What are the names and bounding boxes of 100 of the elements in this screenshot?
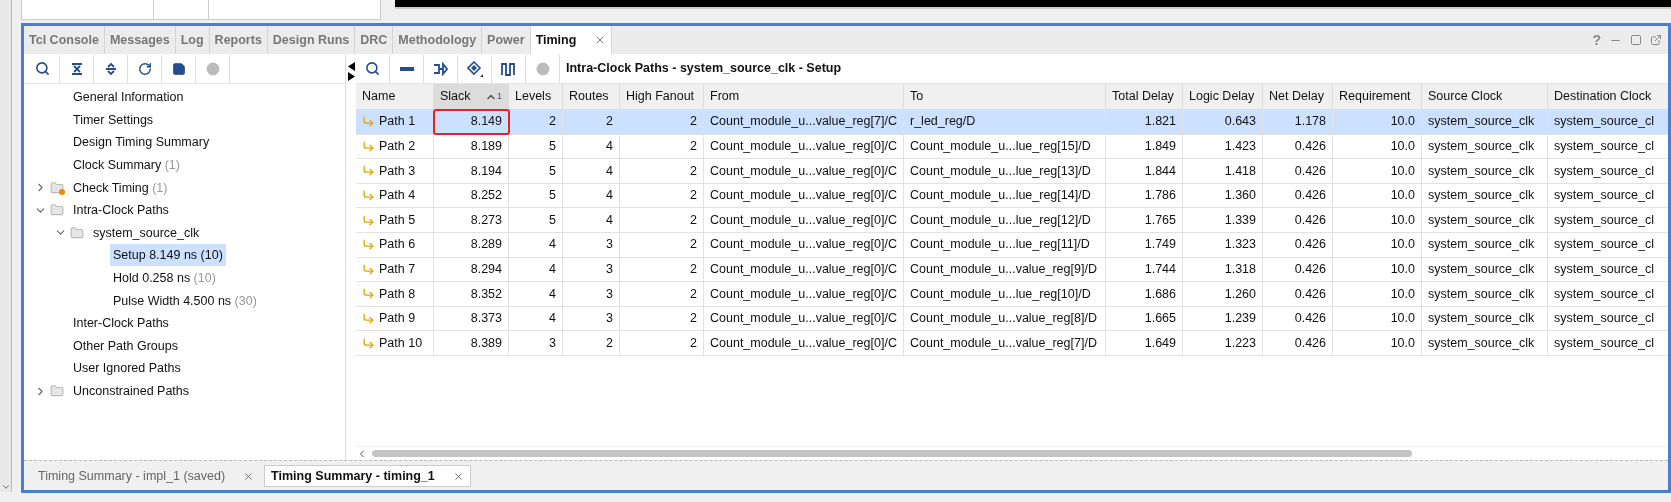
document-tab[interactable]: Timing Summary - impl_1 (saved) bbox=[32, 465, 261, 487]
table-cell: Count_module_u...value_reg[0]/C bbox=[704, 331, 904, 355]
expand-right-icon[interactable] bbox=[347, 72, 355, 81]
table-cell: 10.0 bbox=[1333, 331, 1422, 355]
column-header[interactable]: Levels bbox=[509, 84, 563, 109]
column-header[interactable]: Source Clock bbox=[1422, 84, 1548, 109]
tree-item[interactable]: Other Path Groups bbox=[70, 334, 181, 357]
tree-item[interactable]: Timer Settings bbox=[70, 108, 157, 131]
tab[interactable]: Reports bbox=[209, 26, 268, 54]
table-cell: 1.239 bbox=[1183, 306, 1263, 331]
float-icon[interactable] bbox=[1650, 34, 1662, 46]
scrollbar[interactable] bbox=[0, 0, 12, 492]
tree-item[interactable]: system_source_clk bbox=[90, 221, 203, 244]
column-header[interactable]: Logic Delay bbox=[1183, 84, 1263, 109]
table-cell: Count_module_u...lue_reg[13]/D bbox=[904, 159, 1106, 183]
tab[interactable]: DRC bbox=[355, 26, 394, 54]
table-row[interactable]: Path 1 8.149 2 2 2 Count_module_u...value_reg[7]/C r_led_reg/D 1.821 0.643 1.178 10.0 system_source_clk system_source_cl bbox=[356, 110, 1668, 135]
table-cell: 0.643 bbox=[1183, 110, 1263, 134]
tree-item[interactable]: General Information bbox=[70, 86, 187, 109]
document-tab[interactable]: Timing Summary - timing_1 bbox=[264, 465, 471, 487]
tab[interactable]: Methodology bbox=[393, 26, 483, 54]
tree-item[interactable]: Unconstrained Paths bbox=[70, 380, 193, 402]
table-row[interactable]: Path 3 8.194 5 4 2 Count_module_u...value_reg[0]/C Count_module_u...lue_reg[13]/D 1.844 1.418 0.426 10.0 system_source_clk system_source_cl bbox=[356, 159, 1668, 184]
table-cell: Count_module_u...value_reg[8]/D bbox=[904, 306, 1106, 331]
table-cell: Path 1 bbox=[356, 110, 434, 134]
table-cell: 10.0 bbox=[1333, 306, 1422, 331]
table-cell: 5 bbox=[509, 159, 563, 183]
column-header[interactable]: To bbox=[904, 84, 1106, 109]
sort-rank: 1 bbox=[497, 89, 502, 103]
column-header[interactable]: Slack 1 bbox=[434, 84, 509, 109]
table-cell: 2 bbox=[620, 331, 704, 355]
table-row[interactable]: Path 9 8.373 4 3 2 Count_module_u...value_reg[0]/C Count_module_u...value_reg[8]/D 1.665 1.239 0.426 10.0 system_source_clk system_source_cl bbox=[356, 306, 1668, 332]
horizontal-scrollbar[interactable] bbox=[356, 446, 1668, 460]
table-cell: 8.294 bbox=[434, 257, 509, 282]
table-cell: 3 bbox=[563, 257, 620, 282]
column-header[interactable]: Routes bbox=[563, 84, 620, 109]
path-icon bbox=[362, 336, 375, 350]
tree-item[interactable]: Hold 0.258 ns (10) bbox=[110, 267, 219, 290]
table-cell: Path 10 bbox=[356, 331, 434, 355]
tree-item[interactable]: Setup 8.149 ns (10) bbox=[110, 244, 226, 267]
column-header[interactable]: From bbox=[704, 84, 904, 109]
tree-item[interactable]: Clock Summary (1) bbox=[70, 154, 183, 177]
table-cell: 8.194 bbox=[434, 159, 509, 183]
folder-icon bbox=[50, 384, 64, 398]
table-cell: 3 bbox=[509, 331, 563, 355]
table-row[interactable]: Path 7 8.294 4 3 2 Count_module_u...value_reg[0]/C Count_module_u...value_reg[9]/D 1.744 1.318 0.426 10.0 system_source_clk system_source_cl bbox=[356, 257, 1668, 283]
tree-item[interactable]: Intra-Clock Paths bbox=[70, 199, 172, 222]
table-cell: 10.0 bbox=[1333, 110, 1422, 134]
table-cell: 1.744 bbox=[1106, 257, 1183, 282]
tab[interactable]: Log bbox=[175, 26, 210, 54]
tree-item[interactable]: User Ignored Paths bbox=[70, 357, 184, 380]
tab[interactable]: Tcl Console bbox=[24, 26, 105, 54]
tab[interactable]: Messages bbox=[104, 26, 176, 54]
table-cell: 2 bbox=[620, 183, 704, 208]
tab[interactable]: Timing bbox=[530, 26, 613, 54]
table-cell: system_source_cl bbox=[1548, 257, 1668, 282]
table-row[interactable]: Path 5 8.273 5 4 2 Count_module_u...value_reg[0]/C Count_module_u...lue_reg[12]/D 1.765 1.339 0.426 10.0 system_source_clk system_source_cl bbox=[356, 208, 1668, 233]
table-cell: Count_module_u...lue_reg[12]/D bbox=[904, 208, 1106, 232]
table-cell: 5 bbox=[509, 134, 563, 159]
column-header[interactable]: Total Delay bbox=[1106, 84, 1183, 109]
column-header[interactable]: Net Delay bbox=[1263, 84, 1333, 109]
table-row[interactable]: Path 2 8.189 5 4 2 Count_module_u...value_reg[0]/C Count_module_u...lue_reg[15]/D 1.849 1.423 0.426 10.0 system_source_clk system_source_cl bbox=[356, 134, 1668, 160]
table-cell: 1.821 bbox=[1106, 110, 1183, 134]
table-row[interactable]: Path 4 8.252 5 4 2 Count_module_u...value_reg[0]/C Count_module_u...lue_reg[14]/D 1.786 1.360 0.426 10.0 system_source_clk system_source_cl bbox=[356, 183, 1668, 209]
column-header[interactable]: Destination Clock bbox=[1548, 84, 1668, 109]
close-icon[interactable] bbox=[452, 470, 464, 482]
table-cell: 10.0 bbox=[1333, 282, 1422, 306]
table-cell: 0.426 bbox=[1263, 208, 1333, 232]
table-cell: 10.0 bbox=[1333, 159, 1422, 183]
table-cell: system_source_clk bbox=[1422, 331, 1548, 355]
table-cell: system_source_clk bbox=[1422, 257, 1548, 282]
collapse-icon bbox=[69, 61, 84, 76]
tree-item[interactable]: Check Timing (1) bbox=[70, 176, 171, 199]
tab[interactable]: Design Runs bbox=[267, 26, 356, 54]
table-cell: Path 6 bbox=[356, 232, 434, 257]
maximize-icon[interactable] bbox=[1630, 34, 1642, 46]
tree-item[interactable]: Inter-Clock Paths bbox=[70, 312, 172, 335]
table-cell: system_source_clk bbox=[1422, 110, 1548, 134]
table-cell: 4 bbox=[563, 134, 620, 159]
column-header[interactable]: High Fanout bbox=[620, 84, 704, 109]
search-icon bbox=[35, 61, 50, 76]
path-icon bbox=[362, 238, 375, 252]
table-cell: 4 bbox=[509, 306, 563, 331]
tree-item[interactable]: Pulse Width 4.500 ns (30) bbox=[110, 289, 260, 312]
search-icon bbox=[365, 61, 380, 76]
tab[interactable]: Power bbox=[482, 26, 531, 54]
table-cell: 5 bbox=[509, 183, 563, 208]
table-cell: Count_module_u...value_reg[0]/C bbox=[704, 232, 904, 257]
column-header[interactable]: Requirement bbox=[1333, 84, 1422, 109]
tree-item[interactable]: Design Timing Summary bbox=[70, 131, 213, 154]
close-icon[interactable] bbox=[243, 470, 255, 482]
table-row[interactable]: Path 6 8.289 4 3 2 Count_module_u...value_reg[0]/C Count_module_u...lue_reg[11]/D 1.749 1.323 0.426 10.0 system_source_clk system_source_cl bbox=[356, 232, 1668, 258]
collapse-left-icon[interactable] bbox=[347, 62, 355, 71]
table-cell: 1.765 bbox=[1106, 208, 1183, 232]
table-cell: 0.426 bbox=[1263, 159, 1333, 183]
table-cell: 3 bbox=[563, 282, 620, 306]
table-cell: 5 bbox=[509, 208, 563, 232]
table-row[interactable]: Path 8 8.352 4 3 2 Count_module_u...value_reg[0]/C Count_module_u...lue_reg[10]/D 1.686 1.260 0.426 10.0 system_source_clk system_source_cl bbox=[356, 282, 1668, 307]
table-row[interactable]: Path 10 8.389 3 2 2 Count_module_u...value_reg[0]/C Count_module_u...value_reg[7]/D 1.649 1.223 0.426 10.0 system_source_clk system_source_cl bbox=[356, 331, 1668, 356]
scroll-down-icon[interactable] bbox=[0, 482, 11, 492]
